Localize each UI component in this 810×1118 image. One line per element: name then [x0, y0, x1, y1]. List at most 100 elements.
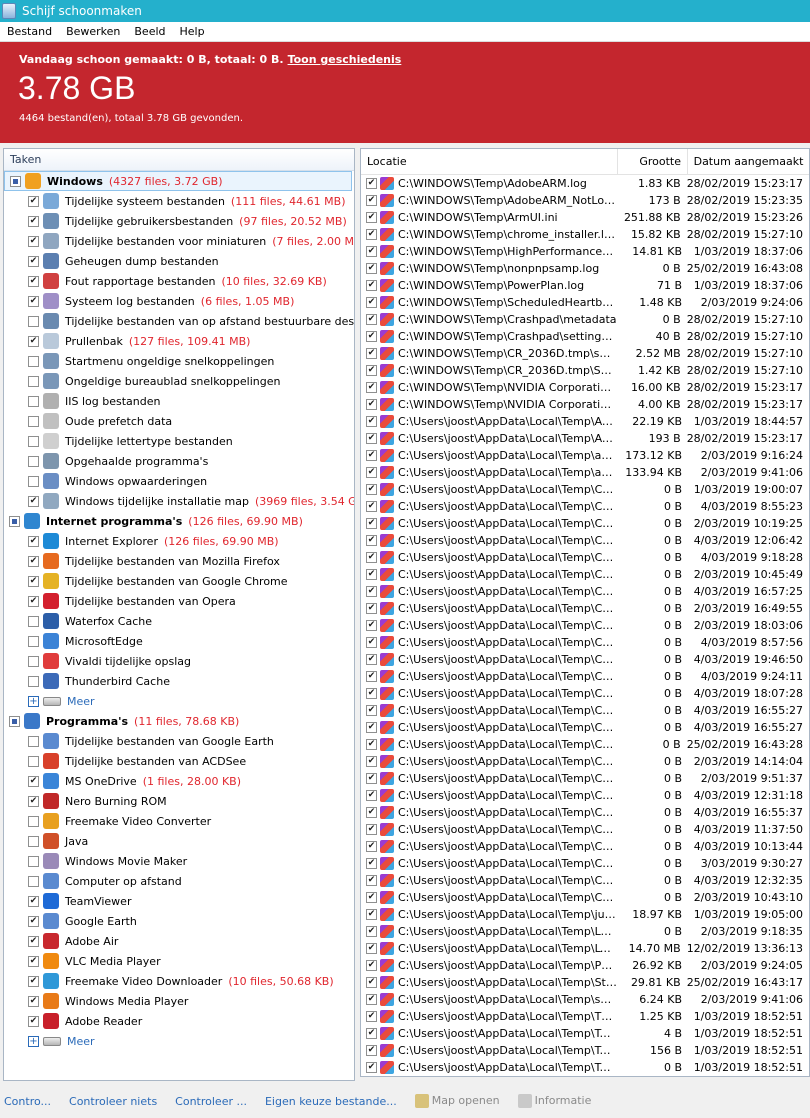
task-checkbox[interactable]	[28, 575, 39, 587]
task-icon[interactable]	[43, 913, 59, 929]
file-row[interactable]: C:\Users\joost\AppData\Local\Temp\Adob..…	[361, 413, 809, 430]
file-date[interactable]: 28/02/2019 15:23:17	[687, 398, 809, 411]
file-checkbox[interactable]	[366, 994, 377, 1005]
file-date[interactable]: 4/03/2019 16:55:27	[688, 721, 809, 734]
task-icon[interactable]	[43, 853, 59, 869]
file-date[interactable]: 4/03/2019 10:13:44	[688, 840, 809, 853]
task-checkbox[interactable]	[28, 735, 39, 747]
file-type-icon[interactable]	[380, 585, 394, 598]
file-size[interactable]: 0 B	[618, 551, 688, 564]
task-icon[interactable]	[43, 993, 59, 1009]
task-label[interactable]: Tijdelijke bestanden van Google Earth	[65, 735, 274, 748]
file-row[interactable]: C:\Users\joost\AppData\Local\Temp\CVR9..…	[361, 685, 809, 702]
file-row[interactable]: C:\Users\joost\AppData\Local\Temp\CVR6..…	[361, 566, 809, 583]
file-date[interactable]: 2/03/2019 14:14:04	[688, 755, 809, 768]
file-type-icon[interactable]	[380, 687, 394, 700]
file-date[interactable]: 28/02/2019 15:27:10	[687, 228, 809, 241]
task-label[interactable]: Java	[65, 835, 88, 848]
task-icon[interactable]	[43, 593, 59, 609]
file-row[interactable]: C:\Users\joost\AppData\Local\Temp\CVR7..…	[361, 634, 809, 651]
file-row[interactable]: C:\Users\joost\AppData\Local\Temp\CVRA..…	[361, 719, 809, 736]
file-checkbox[interactable]	[366, 569, 377, 580]
task-label[interactable]: Opgehaalde programma's	[65, 455, 208, 468]
file-size[interactable]: 0 B	[617, 313, 687, 326]
file-checkbox[interactable]	[366, 875, 377, 886]
file-size[interactable]: 173 B	[617, 194, 687, 207]
task-label[interactable]: Internet Explorer	[65, 535, 158, 548]
file-row[interactable]: C:\Users\joost\AppData\Local\Temp\adob..…	[361, 447, 809, 464]
task-icon[interactable]	[43, 473, 59, 489]
task-label[interactable]: Nero Burning ROM	[65, 795, 167, 808]
file-type-icon[interactable]	[380, 194, 394, 207]
task-group[interactable]: Programma's (11 files, 78.68 KB)	[4, 711, 354, 731]
task-item[interactable]: Thunderbird Cache	[4, 671, 354, 691]
task-checkbox[interactable]	[28, 955, 39, 967]
task-item[interactable]: Google Earth	[4, 911, 354, 931]
file-row[interactable]: C:\Users\joost\AppData\Local\Temp\CVR4..…	[361, 549, 809, 566]
file-size[interactable]: 0 B	[618, 840, 688, 853]
file-row[interactable]: C:\Users\joost\AppData\Local\Temp\CVRC..…	[361, 787, 809, 804]
task-label[interactable]: Computer op afstand	[65, 875, 182, 888]
task-checkbox[interactable]	[28, 635, 39, 647]
file-size[interactable]: 133.94 KB	[618, 466, 688, 479]
task-item[interactable]: Tijdelijke gebruikersbestanden (97 files,…	[4, 211, 354, 231]
task-item[interactable]: Opgehaalde programma's	[4, 451, 354, 471]
file-checkbox[interactable]	[366, 807, 377, 818]
task-checkbox[interactable]	[28, 835, 39, 847]
task-item[interactable]: Tijdelijke bestanden van Mozilla Firefox	[4, 551, 354, 571]
file-row[interactable]: C:\Users\joost\AppData\Local\Temp\CVRE..…	[361, 838, 809, 855]
file-type-icon[interactable]	[380, 296, 394, 309]
file-date[interactable]: 4/03/2019 12:32:35	[688, 874, 809, 887]
file-checkbox[interactable]	[366, 416, 377, 427]
file-checkbox[interactable]	[366, 484, 377, 495]
file-row[interactable]: C:\Users\joost\AppData\Local\Temp\Struc.…	[361, 974, 809, 991]
file-checkbox[interactable]	[366, 637, 377, 648]
task-count[interactable]: (111 files, 44.61 MB)	[231, 195, 346, 208]
file-size[interactable]: 0 B	[618, 534, 688, 547]
task-item[interactable]: Adobe Reader	[4, 1011, 354, 1031]
file-date[interactable]: 28/02/2019 15:23:35	[687, 194, 809, 207]
task-item[interactable]: Tijdelijke bestanden van Google Earth	[4, 731, 354, 751]
task-icon[interactable]	[43, 553, 59, 569]
task-icon[interactable]	[43, 893, 59, 909]
file-date[interactable]: 4/03/2019 9:18:28	[688, 551, 809, 564]
file-type-icon[interactable]	[380, 653, 394, 666]
task-label[interactable]: Tijdelijke bestanden van Mozilla Firefox	[65, 555, 280, 568]
task-label[interactable]: Windows opwaarderingen	[65, 475, 207, 488]
file-checkbox[interactable]	[366, 603, 377, 614]
task-label[interactable]: Waterfox Cache	[65, 615, 152, 628]
task-checkbox[interactable]	[28, 915, 39, 927]
file-checkbox[interactable]	[366, 892, 377, 903]
file-type-icon[interactable]	[380, 279, 394, 292]
file-type-icon[interactable]	[380, 670, 394, 683]
file-path[interactable]: C:\Users\joost\AppData\Local\Temp\CVRF..…	[398, 891, 618, 904]
file-row[interactable]: C:\Users\joost\AppData\Local\Temp\LWS...…	[361, 940, 809, 957]
task-icon[interactable]	[43, 773, 59, 789]
task-checkbox[interactable]	[28, 595, 39, 607]
file-row[interactable]: C:\Users\joost\AppData\Local\Temp\PDAp..…	[361, 957, 809, 974]
file-date[interactable]: 4/03/2019 11:37:50	[688, 823, 809, 836]
file-row[interactable]: C:\Users\joost\AppData\Local\Temp\CVR8..…	[361, 651, 809, 668]
task-label[interactable]: Oude prefetch data	[65, 415, 172, 428]
file-checkbox[interactable]	[366, 229, 377, 240]
file-checkbox[interactable]	[366, 212, 377, 223]
task-icon[interactable]	[43, 873, 59, 889]
file-row[interactable]: C:\Users\joost\AppData\Local\Temp\jusch.…	[361, 906, 809, 923]
file-path[interactable]: C:\Users\joost\AppData\Local\Temp\CVR7..…	[398, 619, 618, 632]
file-checkbox[interactable]	[366, 1045, 377, 1056]
file-size[interactable]: 40 B	[617, 330, 687, 343]
task-group[interactable]: Internet programma's (126 files, 69.90 MB…	[4, 511, 354, 531]
file-path[interactable]: C:\Users\joost\AppData\Local\Temp\CVRA..…	[398, 704, 618, 717]
task-label[interactable]: Tijdelijke lettertype bestanden	[65, 435, 233, 448]
file-date[interactable]: 1/03/2019 19:00:07	[688, 483, 809, 496]
plus-icon[interactable]: +	[28, 695, 39, 707]
column-date[interactable]: Datum aangemaakt	[687, 149, 809, 175]
file-path[interactable]: C:\Users\joost\AppData\Local\Temp\amt3..…	[398, 466, 618, 479]
file-checkbox[interactable]	[366, 705, 377, 716]
file-checkbox[interactable]	[366, 1028, 377, 1039]
file-type-icon[interactable]	[380, 551, 394, 564]
file-path[interactable]: C:\Users\joost\AppData\Local\Temp\CVR4..…	[398, 551, 618, 564]
file-path[interactable]: C:\WINDOWS\Temp\chrome_installer.log	[398, 228, 617, 241]
task-item[interactable]: Oude prefetch data	[4, 411, 354, 431]
file-type-icon[interactable]	[380, 602, 394, 615]
